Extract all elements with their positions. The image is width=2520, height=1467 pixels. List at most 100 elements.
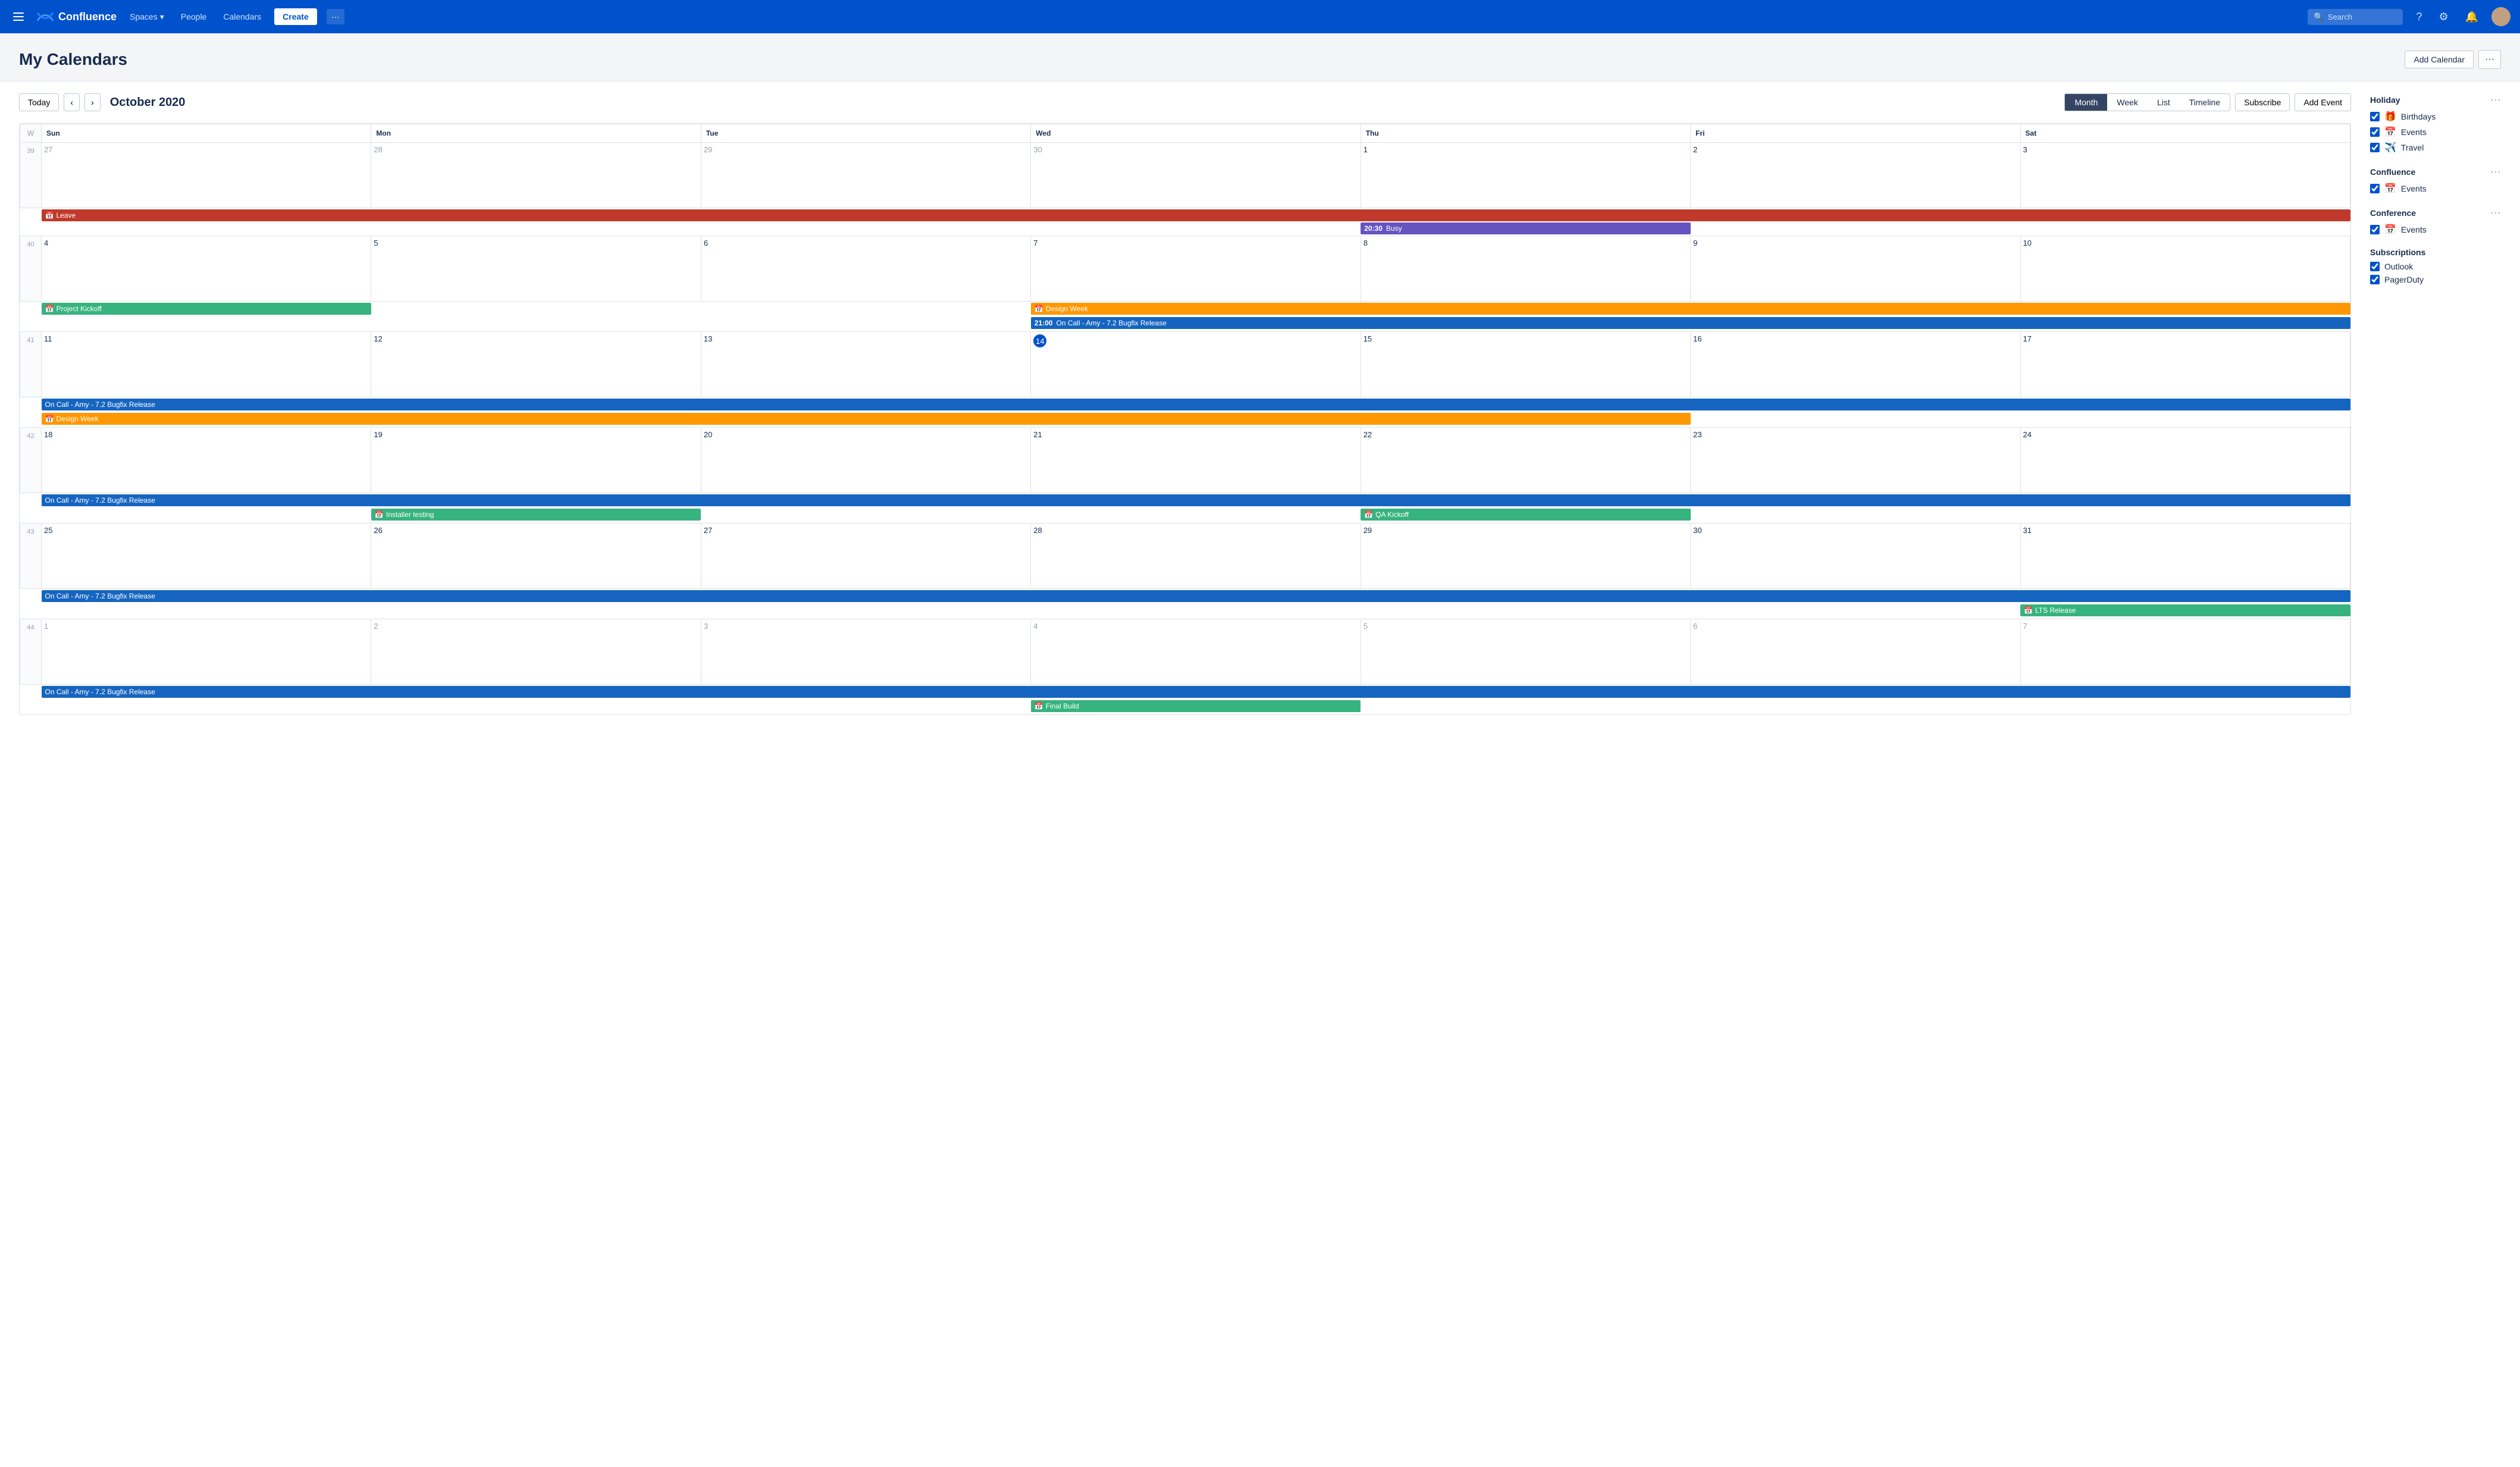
pagerduty-checkbox[interactable] bbox=[2370, 275, 2380, 284]
qa-kickoff-event[interactable]: 📅 QA Kickoff bbox=[1361, 509, 1690, 521]
cal-cell[interactable]: 12 bbox=[371, 332, 701, 397]
create-button[interactable]: Create bbox=[274, 8, 317, 25]
table-row: 41 11 12 13 14 15 16 17 bbox=[20, 332, 2350, 397]
cal-cell[interactable]: 17 bbox=[2020, 332, 2350, 397]
cal-cell[interactable]: 16 bbox=[1691, 332, 2020, 397]
date-label: 10 bbox=[2023, 239, 2347, 247]
prev-button[interactable]: ‹ bbox=[64, 93, 80, 111]
confluence-logo[interactable]: Confluence bbox=[37, 8, 117, 25]
date-label: 19 bbox=[374, 430, 698, 439]
cal-cell[interactable]: 28 bbox=[1031, 524, 1361, 589]
travel-checkbox[interactable] bbox=[2370, 143, 2380, 152]
cal-cell[interactable]: 24 bbox=[2020, 428, 2350, 493]
leave-event[interactable]: 📅 Leave bbox=[42, 209, 2350, 221]
add-event-button[interactable]: Add Event bbox=[2295, 93, 2351, 111]
cal-cell[interactable]: 28 bbox=[371, 143, 701, 208]
view-tabs: Month Week List Timeline bbox=[2064, 93, 2230, 111]
cal-cell[interactable]: 14 bbox=[1031, 332, 1361, 397]
today-button[interactable]: Today bbox=[19, 93, 59, 111]
busy-event[interactable]: 20:30 Busy bbox=[1361, 222, 1690, 234]
cal-cell[interactable]: 4 bbox=[42, 236, 371, 302]
cal-cell[interactable]: 27 bbox=[42, 143, 371, 208]
cal-cell[interactable]: 5 bbox=[1361, 619, 1690, 685]
cal-cell[interactable]: 9 bbox=[1691, 236, 2020, 302]
subscribe-button[interactable]: Subscribe bbox=[2235, 93, 2290, 111]
oncall-event[interactable]: On Call - Amy - 7.2 Bugfix Release bbox=[42, 494, 2350, 506]
cal-cell[interactable]: 3 bbox=[2020, 143, 2350, 208]
cal-cell[interactable]: 27 bbox=[701, 524, 1030, 589]
cal-cell[interactable]: 19 bbox=[371, 428, 701, 493]
page-header-actions: Add Calendar ··· bbox=[2405, 50, 2501, 69]
list-item: 📅 Events bbox=[2370, 126, 2501, 138]
cal-cell[interactable]: 2 bbox=[1691, 143, 2020, 208]
notifications-button[interactable]: 🔔 bbox=[2462, 7, 2482, 27]
topnav-more-button[interactable]: ··· bbox=[327, 9, 344, 24]
next-button[interactable]: › bbox=[84, 93, 101, 111]
section-more-button[interactable]: ··· bbox=[2490, 206, 2501, 219]
design-week-event[interactable]: 📅 Design Week bbox=[1031, 303, 2350, 315]
cal-cell[interactable]: 30 bbox=[1691, 524, 2020, 589]
cal-cell[interactable]: 20 bbox=[701, 428, 1030, 493]
hamburger-menu-button[interactable] bbox=[10, 9, 27, 24]
cal-cell[interactable]: 30 bbox=[1031, 143, 1361, 208]
cal-cell[interactable]: 29 bbox=[701, 143, 1030, 208]
cal-cell[interactable]: 22 bbox=[1361, 428, 1690, 493]
cal-cell[interactable]: 7 bbox=[1031, 236, 1361, 302]
cal-cell[interactable]: 31 bbox=[2020, 524, 2350, 589]
cal-cell[interactable]: 10 bbox=[2020, 236, 2350, 302]
tab-week[interactable]: Week bbox=[2107, 94, 2148, 111]
week-number: 39 bbox=[20, 143, 42, 208]
section-more-button[interactable]: ··· bbox=[2490, 93, 2501, 106]
lts-release-event[interactable]: 📅 LTS Release bbox=[2020, 604, 2350, 616]
outlook-checkbox[interactable] bbox=[2370, 262, 2380, 271]
oncall-event[interactable]: On Call - Amy - 7.2 Bugfix Release bbox=[42, 686, 2350, 698]
help-button[interactable]: ? bbox=[2412, 7, 2425, 27]
tab-month[interactable]: Month bbox=[2065, 94, 2107, 111]
cal-cell[interactable]: 3 bbox=[701, 619, 1030, 685]
cal-cell[interactable]: 23 bbox=[1691, 428, 2020, 493]
cal-cell[interactable]: 5 bbox=[371, 236, 701, 302]
cal-cell[interactable]: 6 bbox=[1691, 619, 2020, 685]
cal-cell[interactable]: 1 bbox=[1361, 143, 1690, 208]
final-build-event[interactable]: 📅 Final Build bbox=[1031, 700, 1361, 712]
cal-cell[interactable]: 13 bbox=[701, 332, 1030, 397]
project-kickoff-event[interactable]: 📅 Project Kickoff bbox=[42, 303, 371, 315]
brand-name: Confluence bbox=[58, 11, 117, 23]
tab-timeline[interactable]: Timeline bbox=[2180, 94, 2230, 111]
gift-icon: 🎁 bbox=[2384, 111, 2396, 123]
confluence-events-checkbox[interactable] bbox=[2370, 184, 2380, 193]
cal-cell[interactable]: 1 bbox=[42, 619, 371, 685]
cal-cell[interactable]: 6 bbox=[701, 236, 1030, 302]
settings-button[interactable]: ⚙ bbox=[2435, 7, 2452, 27]
cal-cell[interactable]: 7 bbox=[2020, 619, 2350, 685]
installer-event[interactable]: 📅 Installer testing bbox=[371, 509, 701, 521]
cal-cell[interactable]: 2 bbox=[371, 619, 701, 685]
cal-cell[interactable]: 4 bbox=[1031, 619, 1361, 685]
user-avatar[interactable] bbox=[2491, 7, 2510, 26]
search-box[interactable]: 🔍 Search bbox=[2308, 9, 2403, 25]
conference-events-checkbox[interactable] bbox=[2370, 225, 2380, 234]
cal-cell[interactable]: 18 bbox=[42, 428, 371, 493]
add-calendar-button[interactable]: Add Calendar bbox=[2405, 51, 2474, 68]
list-item: PagerDuty bbox=[2370, 275, 2501, 284]
cal-cell[interactable]: 26 bbox=[371, 524, 701, 589]
cal-cell[interactable]: 25 bbox=[42, 524, 371, 589]
oncall-event[interactable]: 21:00 On Call - Amy - 7.2 Bugfix Release bbox=[1031, 317, 2350, 329]
page-more-button[interactable]: ··· bbox=[2478, 50, 2501, 69]
people-nav-item[interactable]: People bbox=[177, 10, 211, 24]
calendars-nav-item[interactable]: Calendars bbox=[220, 10, 265, 24]
spaces-menu[interactable]: Spaces ▾ bbox=[126, 10, 168, 24]
oncall-event[interactable]: On Call - Amy - 7.2 Bugfix Release bbox=[42, 399, 2350, 410]
birthdays-checkbox[interactable] bbox=[2370, 112, 2380, 121]
cal-cell[interactable]: 21 bbox=[1031, 428, 1361, 493]
date-label: 22 bbox=[1364, 430, 1688, 439]
cal-cell[interactable]: 29 bbox=[1361, 524, 1690, 589]
section-more-button[interactable]: ··· bbox=[2490, 165, 2501, 178]
cal-cell[interactable]: 8 bbox=[1361, 236, 1690, 302]
oncall-event[interactable]: On Call - Amy - 7.2 Bugfix Release bbox=[42, 590, 2350, 602]
tab-list[interactable]: List bbox=[2148, 94, 2180, 111]
cal-cell[interactable]: 15 bbox=[1361, 332, 1690, 397]
cal-cell[interactable]: 11 bbox=[42, 332, 371, 397]
holiday-events-checkbox[interactable] bbox=[2370, 127, 2380, 137]
design-week-event[interactable]: 📅 Design Week bbox=[42, 413, 1691, 425]
